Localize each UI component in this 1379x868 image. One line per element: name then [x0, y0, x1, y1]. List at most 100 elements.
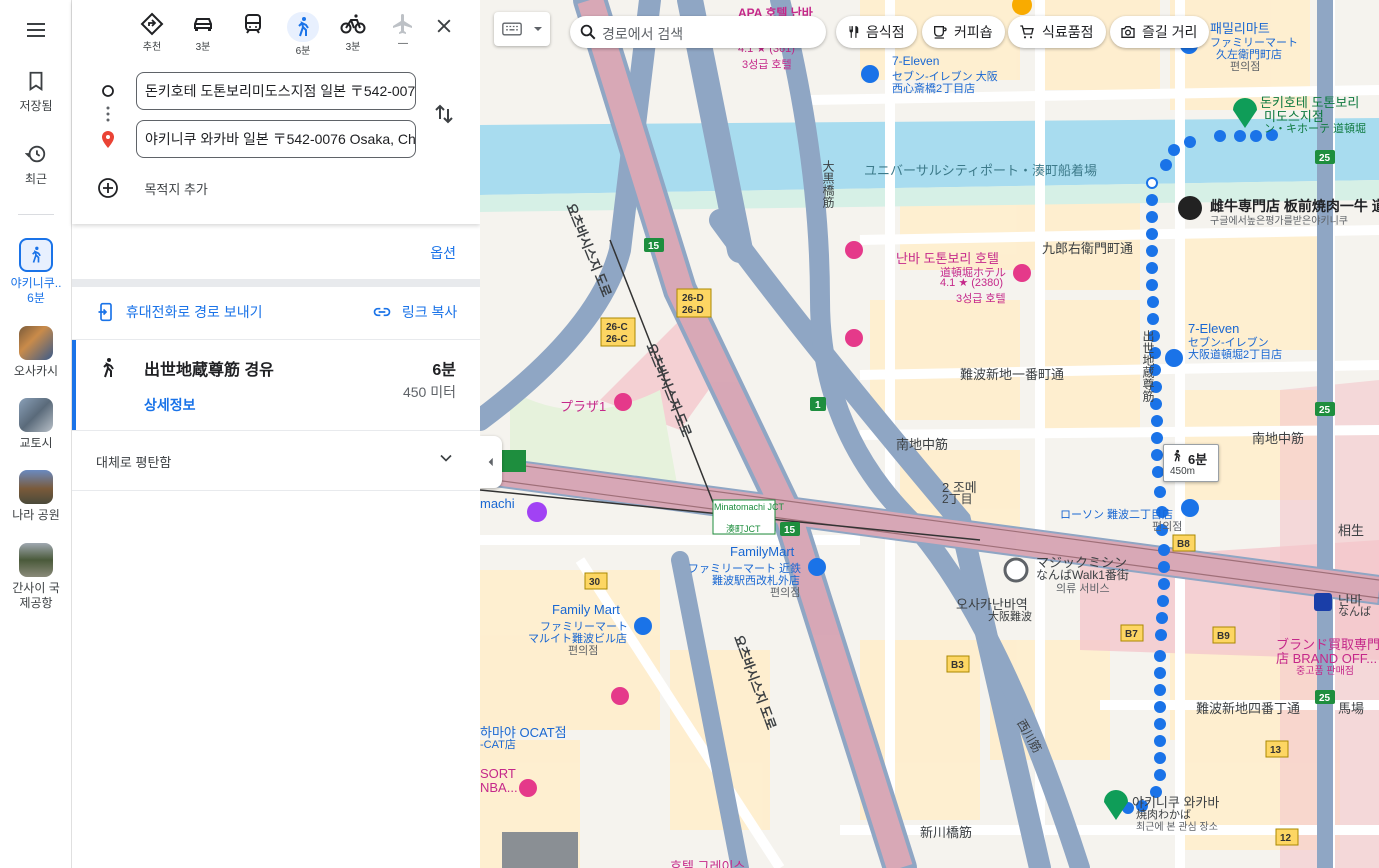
close-icon: [437, 19, 451, 33]
recent-button[interactable]: 최근: [0, 143, 72, 187]
chip-attractions[interactable]: 즐길 거리: [1110, 16, 1210, 48]
walk-time-bubble[interactable]: 6분 450m: [1163, 444, 1219, 482]
saved-button[interactable]: 저장됨: [0, 70, 72, 114]
svg-text:B8: B8: [1177, 539, 1190, 550]
map-search-box[interactable]: 경로에서 검색: [570, 16, 826, 48]
options-button[interactable]: 옵션: [430, 243, 456, 263]
route-details-link[interactable]: 상세정보: [144, 395, 196, 415]
send-to-phone-button[interactable]: 휴대전화로 경로 보내기: [96, 302, 262, 322]
svg-text:26-C: 26-C: [606, 322, 628, 333]
chip-groceries[interactable]: 식료품점: [1008, 16, 1106, 48]
map-label-plaza: プラザ1: [560, 399, 607, 414]
mode-flight[interactable]: —: [383, 12, 423, 49]
map-search-placeholder: 경로에서 검색: [602, 26, 684, 42]
svg-text:12: 12: [1280, 833, 1292, 844]
route-time: 6분: [432, 362, 456, 379]
input-tools-button[interactable]: [494, 12, 550, 46]
active-route-item[interactable]: 야키니쿠.. 6분: [0, 238, 72, 306]
map-label-ichigyu-sub: 구글에서높은평가를받은야키니쿠: [1210, 216, 1348, 227]
cart-icon: [1020, 25, 1034, 39]
map-label-shinkawa: 新川橋筋: [920, 825, 973, 840]
walk-icon: [298, 17, 309, 37]
add-destination-label: 목적지 추가: [144, 181, 208, 197]
active-route-time: 6분: [27, 291, 45, 305]
svg-text:B3: B3: [951, 660, 964, 671]
map-label-seven1: 7-Eleven: [892, 54, 940, 68]
chip-label: 즐길 거리: [1142, 24, 1198, 40]
camera-icon: [1121, 25, 1135, 38]
map-label-sokai: 相生: [1338, 523, 1365, 538]
map-canvas[interactable]: 15 15 1 25 25 25 26-D 26-D 26-C 26-C 30 B3…: [480, 0, 1379, 868]
coffee-icon: [934, 25, 947, 39]
directions-header: 추천 3분 6분 3분 — 돈키호테 도톤보리미도스지점 일본 〒542-007…: [72, 0, 480, 224]
mode-cycling[interactable]: 3분: [333, 12, 373, 53]
map-label-minato-jct-jp: 湊町JCT: [726, 524, 761, 534]
collapse-panel-button[interactable]: [480, 436, 502, 488]
map-label-machi: machi: [480, 496, 515, 511]
elevation-summary: 대체로 평탄함: [96, 455, 172, 470]
chevron-down-icon[interactable]: [436, 448, 456, 468]
walk-icon: [103, 358, 114, 378]
menu-icon: [27, 23, 45, 37]
mode-transit[interactable]: [233, 12, 273, 38]
keyboard-icon: [502, 22, 522, 36]
recent-place-0[interactable]: 오사카시: [0, 326, 72, 379]
add-circle-icon: [98, 178, 118, 198]
recent-place-2[interactable]: 나라 공원: [0, 470, 72, 523]
swap-icon: [435, 104, 453, 124]
map-label-minato-jct: Minatomachi JCT: [714, 502, 785, 512]
map-label-namba-jp: なんば: [1338, 606, 1371, 618]
restaurant-icon: [849, 25, 859, 38]
svg-text:B9: B9: [1217, 631, 1230, 642]
chip-restaurants[interactable]: 음식점: [836, 16, 917, 48]
mode-label: —: [398, 38, 408, 49]
mode-label: 6분: [295, 46, 311, 57]
mode-label: 3분: [345, 42, 361, 53]
send-to-phone-icon: [98, 302, 112, 322]
close-button[interactable]: [434, 16, 454, 41]
place-thumbnail: [19, 326, 53, 360]
svg-text:26-D: 26-D: [682, 305, 704, 316]
map-label-family1-cat: 편의점: [1230, 61, 1261, 73]
map-label-hotel-bottom: 호텔 그레이스: [670, 859, 746, 868]
bookmark-icon: [29, 71, 43, 91]
map-label-universal: ユニバーサルシティポート・湊町船着場: [864, 163, 1097, 178]
map-label-chome2-jp: 2丁目: [942, 492, 973, 506]
svg-text:26-C: 26-C: [606, 334, 628, 345]
chip-label: 커피숍: [954, 24, 993, 40]
svg-text:13: 13: [1270, 745, 1282, 756]
recent-place-label: 나라 공원: [12, 508, 60, 522]
mode-label: 추천: [142, 42, 162, 53]
map-label-brand-off-cat: 중고품 판매점: [1296, 666, 1354, 677]
origin-input[interactable]: 돈키호테 도톤보리미도스지점 일본 〒542-0071 Osaka, Chuo …: [136, 72, 416, 110]
history-icon: [24, 145, 46, 163]
mode-driving[interactable]: 3분: [183, 12, 223, 53]
swap-button[interactable]: [432, 102, 456, 131]
menu-button[interactable]: [0, 18, 72, 45]
mode-recommended[interactable]: 추천: [132, 12, 172, 53]
directions-icon: [140, 12, 164, 36]
svg-text:B7: B7: [1125, 629, 1138, 640]
map-label-daikoku: 大黒橋筋: [821, 160, 835, 208]
map-label-nanba-shinchi1: 難波新地一番町通: [960, 367, 1065, 382]
walk-icon: [1174, 449, 1181, 462]
walk-icon: [19, 238, 53, 272]
recent-place-3[interactable]: 간사이 국 제공항: [0, 543, 72, 611]
copy-link-button[interactable]: 링크 복사: [372, 302, 457, 322]
map-label-baba: 馬場: [1338, 701, 1365, 716]
destination-input[interactable]: 야키니쿠 와카바 일본 〒542-0076 Osaka, Chuo Ward: [136, 120, 416, 158]
svg-text:26-D: 26-D: [682, 293, 704, 304]
directions-panel: 추천 3분 6분 3분 — 돈키호테 도톤보리미도스지점 일본 〒542-007…: [72, 0, 480, 868]
recent-place-1[interactable]: 교토시: [0, 398, 72, 451]
svg-text:25: 25: [1319, 693, 1331, 704]
map-label-sort: SORT: [480, 766, 516, 781]
map-label-dotonbori-class: 3성급 호텔: [956, 293, 1006, 305]
mode-walking[interactable]: 6분: [283, 12, 323, 57]
chip-coffee[interactable]: 커피숍: [922, 16, 1005, 48]
map-label-seven1-jp2: 西心斎橋2丁目店: [892, 83, 976, 95]
svg-text:15: 15: [784, 525, 796, 536]
route-option[interactable]: 出世地蔵尊筋 경유 6분 450 미터 상세정보: [72, 340, 480, 430]
add-destination-button[interactable]: 목적지 추가: [96, 176, 208, 200]
place-thumbnail: [19, 543, 53, 577]
place-thumbnail: [19, 398, 53, 432]
